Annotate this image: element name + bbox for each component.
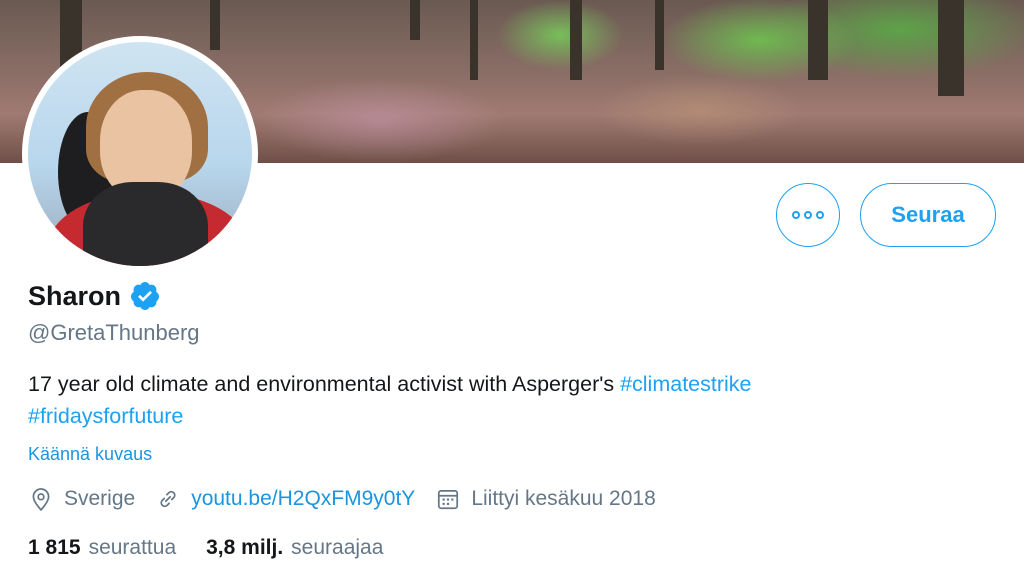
banner-tree: [210, 0, 220, 50]
profile-handle: @GretaThunberg: [28, 320, 200, 345]
banner-tree: [410, 0, 420, 40]
more-options-button[interactable]: [776, 183, 840, 247]
banner-tree: [808, 0, 828, 80]
location-item: Sverige: [28, 486, 135, 512]
location-pin-icon: [32, 488, 50, 512]
avatar-vest: [83, 182, 208, 266]
translate-bio-link[interactable]: Käännä kuvaus: [28, 444, 152, 465]
profile-name: Sharon: [28, 280, 122, 311]
follow-button[interactable]: Seuraa: [860, 183, 996, 247]
avatar[interactable]: [22, 36, 258, 272]
profile-bio: 17 year old climate and environmental ac…: [28, 368, 928, 432]
followers-stat[interactable]: 3,8 milj. seuraajaa: [206, 536, 383, 560]
banner-tree: [470, 0, 478, 80]
joined-text: Liittyi kesäkuu 2018: [471, 487, 656, 510]
profile-name-row: Sharon: [28, 280, 161, 312]
following-label: seurattua: [88, 536, 177, 559]
followers-label: seuraajaa: [291, 536, 384, 559]
bio-text: 17 year old climate and environmental ac…: [28, 372, 621, 396]
link-icon: [160, 490, 176, 508]
avatar-photo: [28, 42, 252, 266]
hashtag-link[interactable]: #climatestrike: [620, 372, 751, 396]
more-icon: [792, 211, 800, 219]
more-icon: [816, 211, 824, 219]
hashtag-link[interactable]: #fridaysforfuture: [28, 404, 183, 428]
banner-tree: [570, 0, 582, 80]
followers-count: 3,8 milj.: [206, 536, 284, 559]
following-stat[interactable]: 1 815 seurattua: [28, 536, 176, 560]
banner-tree: [655, 0, 664, 70]
banner-tree: [938, 0, 964, 96]
verified-badge-icon: [131, 282, 160, 310]
calendar-icon: [438, 490, 459, 510]
location-text: Sverige: [64, 487, 136, 510]
website-link[interactable]: youtu.be/H2QxFM9y0tY: [191, 487, 415, 511]
profile-meta: Sverige youtu.be/H2QxFM9y0tY Liittyi kes…: [28, 486, 676, 512]
joined-item: Liittyi kesäkuu 2018: [435, 486, 656, 512]
profile-stats: 1 815 seurattua 3,8 milj. seuraajaa: [28, 536, 413, 560]
following-count: 1 815: [28, 536, 81, 559]
more-icon: [804, 211, 812, 219]
website-item: youtu.be/H2QxFM9y0tY: [155, 486, 415, 512]
